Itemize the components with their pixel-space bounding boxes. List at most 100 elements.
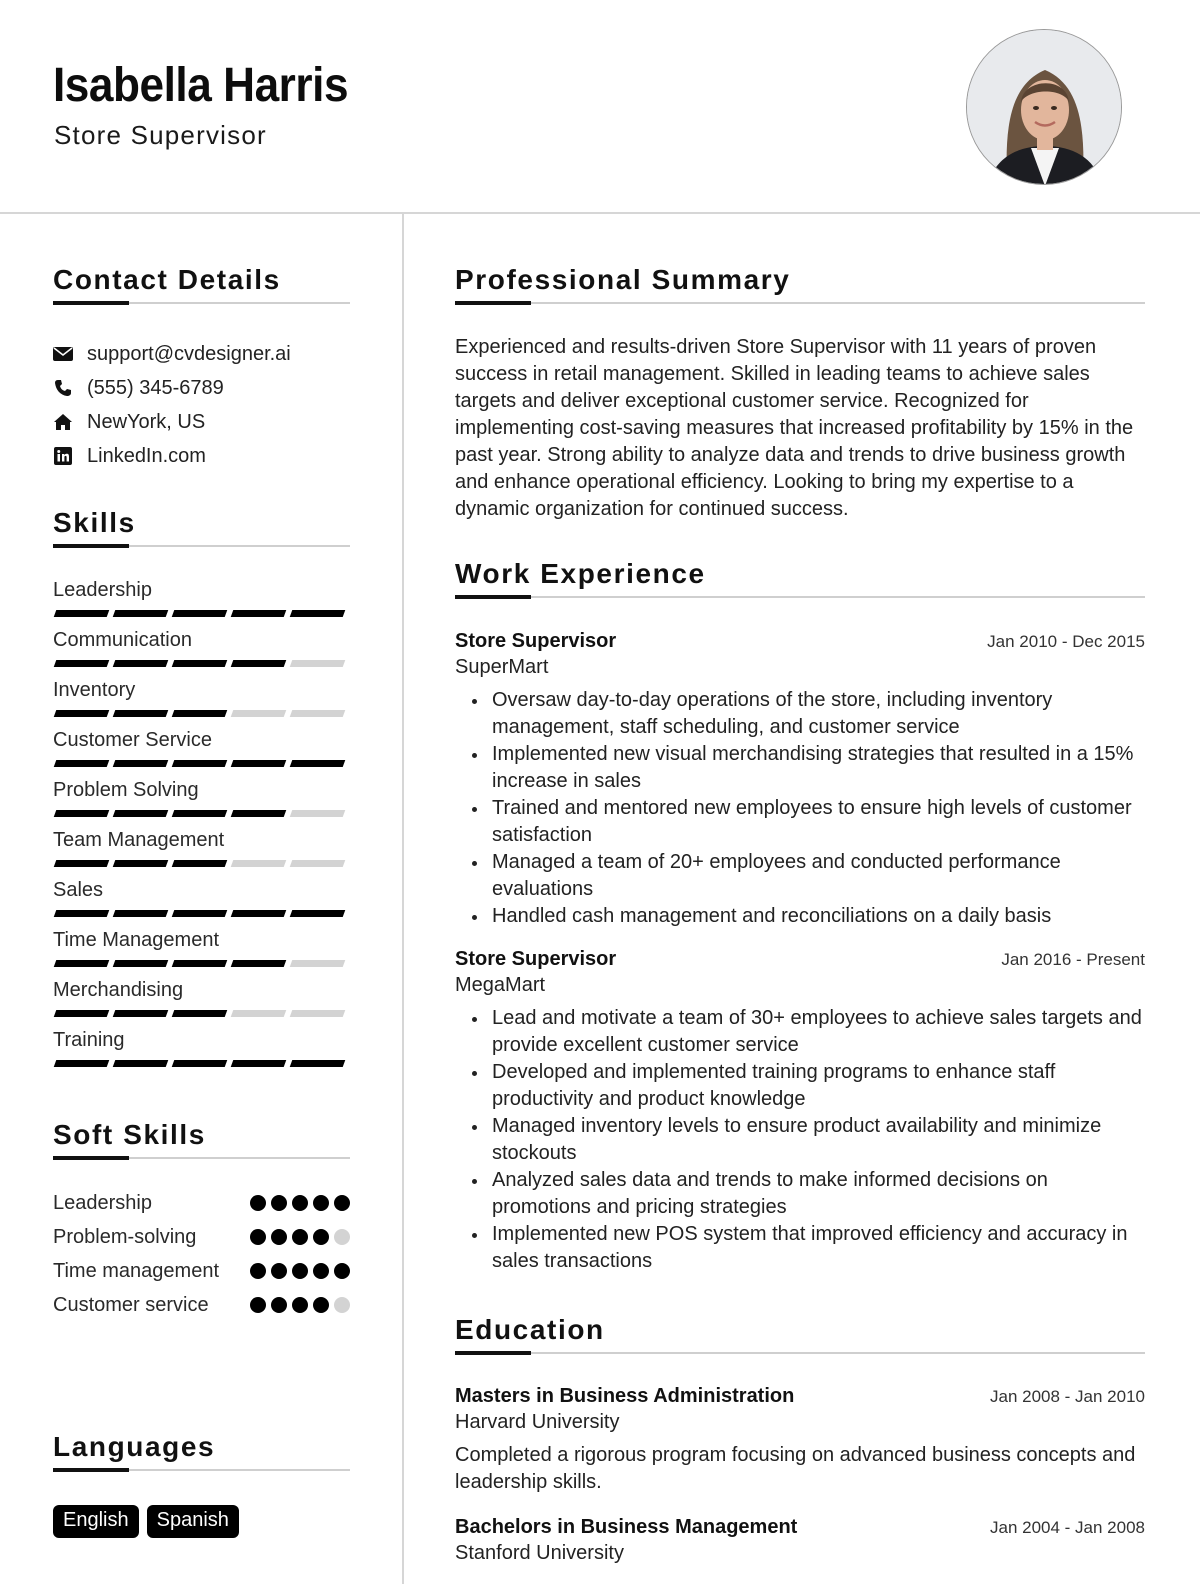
skill-segment-filled [112,1060,169,1067]
rating-dot-filled [250,1297,266,1313]
skill-item: Time Management [53,926,350,976]
skill-level-bar [53,1010,350,1017]
skill-item: Team Management [53,826,350,876]
job-bullets: Lead and motivate a team of 30+ employee… [455,1005,1145,1275]
skill-segment-empty [289,960,346,967]
job-bullet: Lead and motivate a team of 30+ employee… [472,1005,1145,1059]
skill-segment-filled [53,710,110,717]
rating-dot-filled [334,1263,350,1279]
skill-segment-filled [171,660,228,667]
skill-segment-filled [230,760,287,767]
skill-level-bar [53,860,350,867]
skills-list: Leadership Communication Inventory Customer… [53,576,350,1076]
skill-segment-filled [171,710,228,717]
summary-text: Experienced and results-driven Store Sup… [455,336,1134,520]
skill-segment-filled [171,1010,228,1017]
contact-phone[interactable]: (555) 345-6789 [53,371,350,405]
column-divider [402,214,404,1584]
contact-section-heading: Contact Details [53,264,350,305]
soft-skills-section-heading: Soft Skills [53,1119,350,1160]
skill-level-bar [53,710,350,717]
skill-name: Sales [53,879,104,901]
rating-dot-filled [271,1229,287,1245]
job-bullets: Oversaw day-to-day operations of the sto… [455,687,1145,930]
linkedin-icon [53,446,73,466]
skill-segment-filled [230,910,287,917]
language-badge: English [53,1505,139,1538]
skill-segment-filled [53,810,110,817]
rating-dot-filled [292,1195,308,1211]
skill-segment-filled [230,960,287,967]
rating-dot-filled [271,1297,287,1313]
soft-skill-rating [250,1291,350,1313]
skill-segment-filled [171,1060,228,1067]
skill-segment-filled [112,760,169,767]
portrait-illustration [967,30,1121,184]
skill-segment-empty [289,860,346,867]
skill-segment-filled [53,660,110,667]
summary-section-heading: Professional Summary [455,264,1145,305]
job-bullet: Analyzed sales data and trends to make i… [472,1167,1145,1221]
skill-segment-filled [112,810,169,817]
job-bullet: Handled cash management and reconciliati… [472,903,1145,930]
contact-linkedin[interactable]: LinkedIn.com [53,439,350,473]
rating-dot-filled [313,1195,329,1211]
skill-item: Training [53,1026,350,1076]
contact-email[interactable]: support@cvdesigner.ai [53,337,350,371]
soft-skill-item: Customer service [53,1291,350,1319]
education-entry: Bachelors in Business Management Jan 200… [455,1516,1145,1565]
job-entry: Store Supervisor Jan 2010 - Dec 2015 Sup… [455,630,1145,930]
phone-icon [53,378,73,398]
skills-section-heading: Skills [53,507,350,548]
experience-section-heading: Work Experience [455,558,1145,599]
job-dates: Jan 2010 - Dec 2015 [987,632,1145,651]
skill-segment-empty [289,710,346,717]
rating-dot-filled [292,1229,308,1245]
soft-skill-rating [250,1189,350,1211]
skill-segment-filled [171,810,228,817]
skill-level-bar [53,1060,350,1067]
section-rule [53,544,350,548]
section-rule [455,1351,1145,1355]
skill-level-bar [53,760,350,767]
skills-heading: Skills [53,507,136,538]
skill-name: Problem Solving [53,779,199,801]
skill-segment-filled [171,860,228,867]
languages-heading: Languages [53,1431,216,1462]
contact-location-text: NewYork, US [87,410,206,433]
education-section-heading: Education [455,1314,1145,1355]
skill-segment-filled [171,960,228,967]
skill-segment-filled [171,610,228,617]
soft-skill-item: Leadership [53,1189,350,1217]
education-dates: Jan 2008 - Jan 2010 [989,1387,1145,1406]
education-description: Completed a rigorous program focusing on… [455,1444,1136,1493]
contact-email-text: support@cvdesigner.ai [87,342,291,365]
education-entry: Masters in Business Administration Jan 2… [455,1385,1145,1496]
contact-linkedin-text: LinkedIn.com [87,444,206,467]
job-bullet: Developed and implemented training progr… [472,1059,1145,1113]
rating-dot-filled [271,1195,287,1211]
soft-skill-item: Problem-solving [53,1223,350,1251]
skill-segment-filled [112,660,169,667]
skill-segment-filled [230,610,287,617]
skill-item: Inventory [53,676,350,726]
skill-segment-empty [289,1010,346,1017]
skill-item: Sales [53,876,350,926]
skill-item: Leadership [53,576,350,626]
candidate-name: Isabella Harris [53,59,349,112]
contact-phone-text: (555) 345-6789 [87,376,224,399]
section-rule [53,1156,350,1160]
soft-skills-heading: Soft Skills [53,1119,206,1150]
skill-segment-empty [289,810,346,817]
skill-segment-empty [230,860,287,867]
rating-dot-filled [313,1229,329,1245]
soft-skills-list: Leadership Problem-solving Time management… [53,1189,350,1325]
soft-skill-name: Customer service [53,1294,209,1316]
languages-section-heading: Languages [53,1431,350,1472]
rating-dot-filled [250,1195,266,1211]
school-name: Stanford University [455,1542,624,1564]
job-entry: Store Supervisor Jan 2016 - Present Mega… [455,948,1145,1275]
soft-skill-name: Problem-solving [53,1226,197,1248]
job-bullet: Oversaw day-to-day operations of the sto… [472,687,1145,741]
section-rule [53,1468,350,1472]
